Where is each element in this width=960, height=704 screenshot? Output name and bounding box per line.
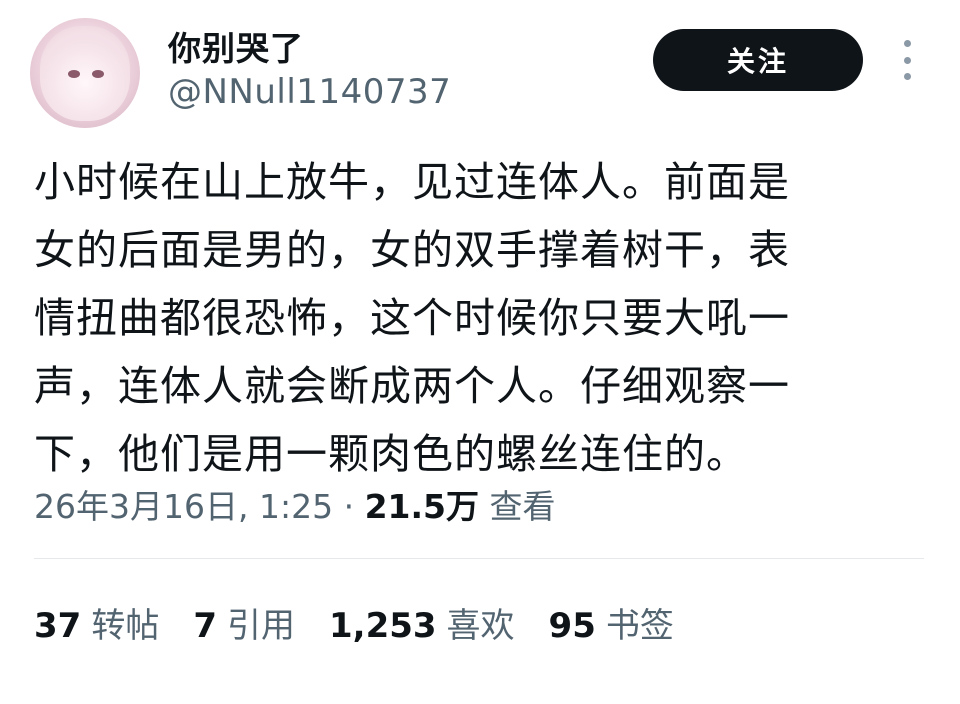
- tweet-text: 小时候在山上放牛，见过连体人。前面是 女的后面是男的，女的双手撑着树干，表 情扭…: [34, 148, 914, 488]
- stat-label: 引用: [227, 606, 295, 646]
- dot: [903, 40, 911, 47]
- divider: [34, 558, 924, 559]
- tweet-line: 下，他们是用一颗肉色的螺丝连住的。: [34, 430, 748, 478]
- stat-count: 7: [193, 606, 217, 646]
- stat-count: 95: [548, 606, 596, 646]
- avatar-eye: [68, 70, 80, 78]
- stat-bookmarks[interactable]: 95 书签: [549, 598, 674, 647]
- avatar-hair: [40, 26, 130, 121]
- stat-count: 37: [34, 606, 82, 646]
- avatar-eye: [92, 70, 104, 78]
- tweet-line: 小时候在山上放牛，见过连体人。前面是: [34, 158, 790, 206]
- engagement-stats: 37 转帖 7 引用 1,253 喜欢 95 书签: [34, 598, 708, 647]
- meta-separator: ·: [343, 487, 355, 526]
- tweet-meta: 26年3月16日, 1:25 · 21.5万 查看: [34, 480, 555, 528]
- views-label: 查看: [489, 487, 556, 526]
- stat-label: 转帖: [91, 606, 160, 646]
- user-handle[interactable]: @NNull1140737: [168, 72, 451, 112]
- dot: [903, 73, 911, 80]
- more-vertical-icon[interactable]: [897, 40, 917, 80]
- stat-label: 喜欢: [446, 606, 515, 646]
- stat-count: 1,253: [329, 606, 437, 646]
- tweet-line: 情扭曲都很恐怖，这个时候你只要大吼一: [34, 294, 790, 342]
- avatar[interactable]: [30, 18, 140, 128]
- stat-likes[interactable]: 1,253 喜欢: [329, 598, 515, 647]
- stat-label: 书签: [605, 606, 674, 646]
- follow-button[interactable]: 关注: [653, 29, 863, 91]
- stat-quotes[interactable]: 7 引用: [193, 598, 295, 647]
- tweet-line: 女的后面是男的，女的双手撑着树干，表: [34, 226, 790, 274]
- display-name[interactable]: 你别哭了: [168, 22, 304, 70]
- tweet-line: 声，连体人就会断成两个人。仔细观察一: [34, 362, 790, 410]
- timestamp[interactable]: 26年3月16日, 1:25: [34, 487, 333, 526]
- stat-reposts[interactable]: 37 转帖: [34, 598, 159, 647]
- dot: [903, 56, 911, 64]
- views-count: 21.5万: [364, 487, 479, 526]
